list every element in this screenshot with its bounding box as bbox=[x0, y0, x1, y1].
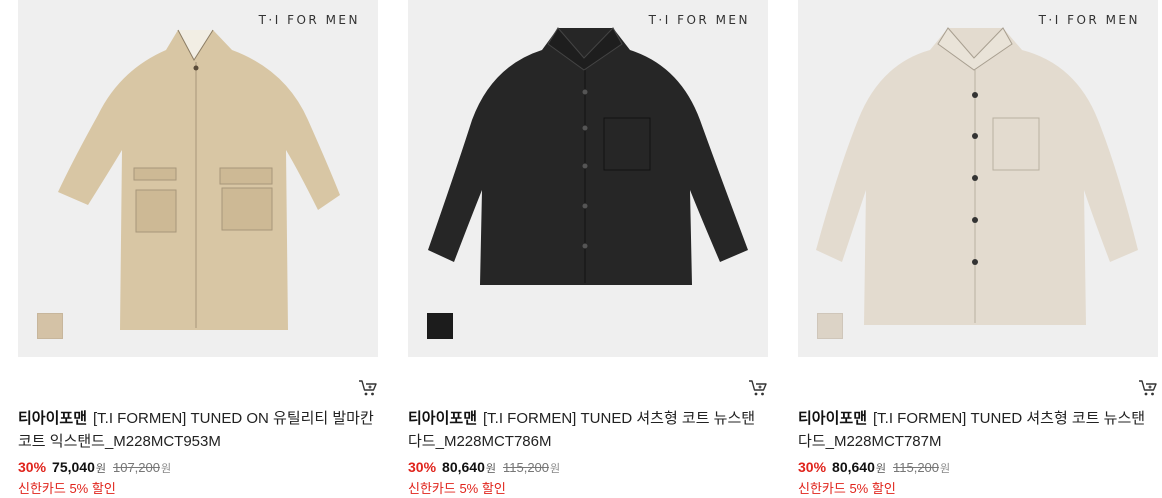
original-currency-label: 원 bbox=[940, 463, 951, 475]
original-currency-label: 원 bbox=[550, 463, 561, 475]
original-currency-label: 원 bbox=[160, 463, 172, 475]
cart-icon[interactable] bbox=[748, 379, 768, 397]
product-image[interactable]: T·I FOR MEN bbox=[18, 0, 378, 357]
product-brand: 티아이포맨 bbox=[18, 410, 88, 427]
discount-rate: 30% bbox=[18, 459, 47, 475]
price-row: 30% 80,640원 115,200원 bbox=[408, 456, 768, 480]
product-image[interactable]: T·I FOR MEN bbox=[798, 0, 1158, 357]
sale-price: 75,040 bbox=[52, 459, 95, 475]
sale-price: 80,640 bbox=[442, 459, 485, 475]
product-info: 티아이포맨 [T.I FORMEN] TUNED ON 유틸리티 발마칸 코트 익… bbox=[18, 407, 378, 498]
price-row: 30% 75,040원 107,200원 bbox=[18, 456, 378, 480]
product-card[interactable]: T·I FOR MEN 티아이포맨 [T.I FORMEN] TUNED ON 유… bbox=[18, 0, 378, 497]
product-title[interactable]: 티아이포맨 [T.I FORMEN] TUNED 셔츠형 코트 뉴스탠다드_M22… bbox=[408, 407, 768, 453]
card-promo: 신한카드 5% 할인 bbox=[798, 481, 896, 496]
product-image[interactable]: T·I FOR MEN bbox=[408, 0, 768, 357]
card-promo: 신한카드 5% 할인 bbox=[408, 481, 506, 496]
color-swatch[interactable] bbox=[427, 313, 453, 339]
brand-watermark: T·I FOR MEN bbox=[1038, 13, 1140, 27]
cart-icon[interactable] bbox=[358, 379, 378, 397]
cart-icon[interactable] bbox=[1138, 379, 1158, 397]
product-card[interactable]: T·I FOR MEN 티아이포맨 [T.I FORMEN] TUNED 셔츠형 … bbox=[798, 0, 1158, 497]
brand-watermark: T·I FOR MEN bbox=[648, 13, 750, 27]
coat-image bbox=[58, 29, 340, 330]
currency-label: 원 bbox=[875, 463, 886, 475]
price-row: 30% 80,640원 115,200원 bbox=[798, 456, 1158, 480]
original-price: 115,200 bbox=[892, 460, 940, 475]
color-swatch[interactable] bbox=[37, 313, 63, 339]
product-info: 티아이포맨 [T.I FORMEN] TUNED 셔츠형 코트 뉴스탠다드_M22… bbox=[408, 407, 768, 498]
currency-label: 원 bbox=[485, 463, 496, 475]
product-brand: 티아이포맨 bbox=[408, 410, 478, 427]
discount-rate: 30% bbox=[798, 459, 827, 475]
original-price: 107,200 bbox=[112, 460, 160, 475]
color-swatch[interactable] bbox=[817, 313, 843, 339]
sale-price: 80,640 bbox=[832, 459, 875, 475]
product-info: 티아이포맨 [T.I FORMEN] TUNED 셔츠형 코트 뉴스탠다드_M22… bbox=[798, 407, 1158, 498]
currency-label: 원 bbox=[95, 463, 106, 475]
coat-image bbox=[428, 27, 748, 285]
product-card[interactable]: T·I FOR MEN 티아이포맨 [T.I FORMEN] TUNED 셔츠형 … bbox=[408, 0, 768, 497]
product-brand: 티아이포맨 bbox=[798, 410, 868, 427]
product-title[interactable]: 티아이포맨 [T.I FORMEN] TUNED 셔츠형 코트 뉴스탠다드_M22… bbox=[798, 407, 1158, 453]
product-title[interactable]: 티아이포맨 [T.I FORMEN] TUNED ON 유틸리티 발마칸 코트 익… bbox=[18, 407, 378, 453]
card-promo: 신한카드 5% 할인 bbox=[18, 481, 116, 496]
brand-watermark: T·I FOR MEN bbox=[258, 13, 360, 27]
coat-image bbox=[816, 27, 1138, 325]
coat-body bbox=[58, 30, 340, 330]
discount-rate: 30% bbox=[408, 459, 437, 475]
original-price: 115,200 bbox=[502, 460, 550, 475]
